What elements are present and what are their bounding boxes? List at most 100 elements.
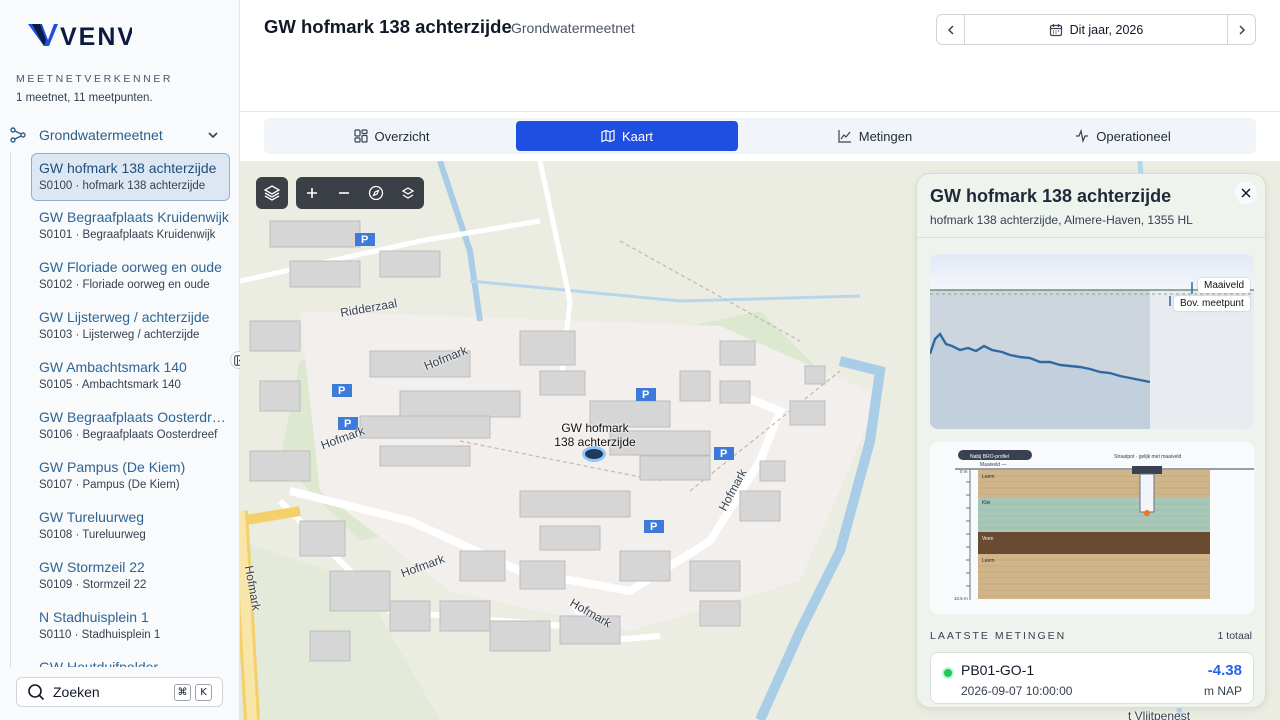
layer-label: Leem [982, 558, 995, 564]
list-item-active[interactable]: GW hofmark 138 achterzijde S0100 · hofma… [31, 153, 230, 201]
chevron-left-icon [947, 24, 954, 35]
list-item[interactable]: GW Ambachtsmark 140 S0105 · Ambachtsmark… [31, 353, 230, 403]
shortcut-key-k: K [195, 683, 212, 701]
network-label: Grondwatermeetnet [39, 127, 163, 143]
previous-period-button[interactable] [937, 15, 965, 44]
profile-caption: Straatpot · gelijk met maaiveld [1114, 454, 1181, 460]
map-view[interactable]: P P P P P P Hofmark Hofmark Hofmark Hofm… [240, 161, 1280, 720]
soil-profile-diagram[interactable]: Nabij BRO-profiel Straatpot · gelijk met… [930, 442, 1254, 614]
layer-label: Leem [982, 474, 995, 480]
page-title: GW hofmark 138 achterzijde [264, 16, 512, 37]
list-item[interactable]: GW Pampus (De Kiem) S0107 · Pampus (De K… [31, 453, 230, 503]
measurement-value: -4.38 [1207, 662, 1242, 679]
measurement-row[interactable]: PB01-GO-1 2026-09-07 10:00:00 -4.38 m NA… [930, 652, 1254, 704]
list-item[interactable]: GW Begraafplaats Oosterdreef S0106 · Beg… [31, 403, 230, 453]
item-title: GW Stormzeil 22 [39, 559, 145, 575]
tab-overzicht[interactable]: Overzicht [267, 121, 516, 151]
list-item[interactable]: GW Houtduifpolder [31, 653, 230, 667]
parking-label: P [650, 521, 657, 533]
network-icon [10, 127, 26, 143]
3d-view-icon [401, 187, 415, 199]
section-title: MEETNETVERKENNER [16, 73, 174, 85]
map-toolbar [256, 177, 424, 209]
tab-metingen[interactable]: Metingen [751, 121, 999, 151]
list-item[interactable]: GW Stormzeil 22 S0109 · Stormzeil 22 [31, 553, 230, 603]
tab-kaart[interactable]: Kaart [516, 121, 738, 151]
search-input[interactable]: Zoeken ⌘ K [16, 677, 223, 707]
compass-button[interactable] [360, 177, 392, 209]
page-header: GW hofmark 138 achterzijde Grondwatermee… [240, 0, 1280, 112]
close-card-button[interactable] [1235, 182, 1257, 204]
item-subtitle: S0110 · Stadhuisplein 1 [39, 629, 161, 641]
parking-label: P [642, 389, 649, 401]
item-title: GW Pampus (De Kiem) [39, 459, 186, 475]
item-subtitle: S0103 · Lijsterweg / achterzijde [39, 329, 200, 341]
measurement-point-marker[interactable] [582, 446, 606, 462]
item-subtitle: S0109 · Stormzeil 22 [39, 579, 147, 591]
logo-text: VENV [60, 23, 132, 48]
date-range-label: Dit jaar, 2026 [1069, 22, 1144, 37]
item-subtitle: S0101 · Begraafplaats Kruidenwijk [39, 229, 216, 241]
page-subtitle: Grondwatermeetnet [511, 20, 635, 36]
marker-label-text: GW hofmark 138 achterzijde [554, 421, 636, 449]
section-subtitle: 1 meetnet, 11 meetpunten. [16, 92, 153, 104]
item-title: GW Floriade oorweg en oude [39, 259, 222, 275]
layer-label: Klei [982, 500, 990, 506]
list-item[interactable]: N Stadhuisplein 1 S0110 · Stadhuisplein … [31, 603, 230, 653]
street-label: t Vlijtpenest [1128, 709, 1191, 720]
ground-level-tag: Maaiveld [1198, 278, 1251, 293]
parking-label: P [720, 448, 727, 460]
depth-bottom: 10.5 m [954, 596, 968, 601]
item-title: GW Begraafplaats Kruidenwijk [39, 209, 229, 225]
card-address: hofmark 138 achterzijde, Almere-Haven, 1… [930, 213, 1193, 227]
network-toggle[interactable]: Grondwatermeetnet [8, 122, 232, 148]
water-level-chart[interactable]: Maaiveld Bov. meetpunt [930, 254, 1254, 429]
parking-label: P [338, 385, 345, 397]
zoom-in-button[interactable] [296, 177, 328, 209]
tab-label: Overzicht [374, 128, 430, 144]
location-info-card: GW hofmark 138 achterzijde hofmark 138 a… [916, 173, 1266, 708]
item-title: GW Begraafplaats Oosterdreef [39, 409, 230, 425]
pitch-button[interactable] [392, 177, 424, 209]
ground-label: Maaiveld — [980, 462, 1006, 468]
measurement-code: PB01-GO-1 [961, 662, 1035, 678]
item-title: GW Houtduifpolder [39, 659, 159, 667]
list-item[interactable]: GW Tureluurweg S0108 · Tureluurweg [31, 503, 230, 553]
line-chart-icon [838, 130, 851, 143]
list-item[interactable]: GW Floriade oorweg en oude S0102 · Flori… [31, 253, 230, 303]
layers-button[interactable] [256, 177, 288, 209]
marker-label: GW hofmark 138 achterzijde [540, 421, 650, 449]
shortcut-key-cmd: ⌘ [174, 683, 191, 701]
close-icon [1241, 188, 1251, 198]
item-subtitle: S0100 · hofmark 138 achterzijde [39, 180, 206, 192]
list-item[interactable]: GW Begraafplaats Kruidenwijk S0101 · Beg… [31, 203, 230, 253]
item-subtitle: S0108 · Tureluurweg [39, 529, 146, 541]
search-icon [28, 684, 45, 701]
grid-icon [353, 129, 368, 143]
next-period-button[interactable] [1227, 15, 1255, 44]
list-item[interactable]: GW Lijsterweg / achterzijde S0103 · Lijs… [31, 303, 230, 353]
date-range-picker: Dit jaar, 2026 [936, 14, 1256, 45]
zoom-out-button[interactable] [328, 177, 360, 209]
chevron-down-icon [208, 132, 218, 139]
date-range-button[interactable]: Dit jaar, 2026 [965, 15, 1227, 44]
tab-label: Operationeel [1096, 128, 1171, 144]
tab-label: Metingen [858, 128, 913, 144]
depth-top: 0 m [960, 469, 968, 474]
top-measurement-tag: Bov. meetpunt [1174, 296, 1250, 311]
card-header: GW hofmark 138 achterzijde hofmark 138 a… [917, 174, 1265, 238]
card-title: GW hofmark 138 achterzijde [930, 186, 1172, 206]
status-dot [942, 667, 954, 679]
venv-logo[interactable]: VENV [28, 20, 132, 48]
chevron-right-icon [1238, 24, 1245, 35]
layer-label: Veen [982, 536, 994, 542]
calendar-icon [1049, 23, 1062, 36]
item-subtitle: S0107 · Pampus (De Kiem) [39, 479, 180, 491]
tab-operationeel[interactable]: Operationeel [999, 121, 1247, 151]
view-tabs: Overzicht Kaart Metingen Operationeel [264, 118, 1256, 154]
item-subtitle: S0105 · Ambachtsmark 140 [39, 379, 181, 391]
item-title: GW Lijsterweg / achterzijde [39, 309, 210, 325]
item-subtitle: S0106 · Begraafplaats Oosterdreef [39, 429, 218, 441]
latest-measurements-count: 1 totaal [1217, 630, 1252, 642]
item-title: GW hofmark 138 achterzijde [39, 160, 217, 176]
